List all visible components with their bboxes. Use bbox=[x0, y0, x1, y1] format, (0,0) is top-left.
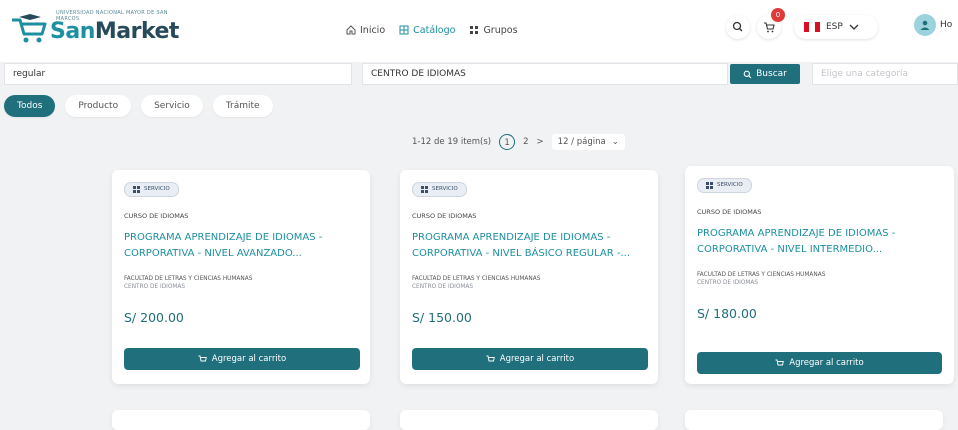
product-card-partial[interactable] bbox=[685, 410, 943, 430]
nav-inicio[interactable]: Inicio bbox=[346, 22, 385, 38]
type-badge: SERVICIO bbox=[124, 182, 179, 197]
page-size-label: 12 / página bbox=[557, 137, 606, 147]
buscar-label: Buscar bbox=[756, 69, 787, 79]
card-title[interactable]: PROGRAMA APRENDIZAJE DE IDIOMAS - CORPOR… bbox=[412, 230, 650, 262]
home-icon bbox=[346, 25, 356, 35]
card-price: S/ 180.00 bbox=[697, 306, 757, 321]
cart-icon bbox=[486, 355, 495, 361]
search-bar: regular CENTRO DE IDIOMAS Buscar Elige u… bbox=[0, 63, 958, 85]
cart-icon bbox=[775, 359, 785, 365]
filter-todos[interactable]: Todos bbox=[4, 95, 56, 117]
header-search-button[interactable] bbox=[726, 15, 750, 39]
search-icon bbox=[732, 21, 743, 32]
pagination: 1-12 de 19 item(s) 1 2 > 12 / página ⌄ bbox=[412, 134, 625, 150]
top-header: UNIVERSIDAD NACIONAL MAYOR DE SAN MARCOS… bbox=[0, 0, 958, 62]
nav-grupos-label: Grupos bbox=[483, 24, 518, 36]
main-nav: Inicio Catálogo Grupos bbox=[346, 22, 518, 38]
nav-inicio-label: Inicio bbox=[360, 24, 386, 36]
cart-logo-icon bbox=[12, 14, 47, 43]
type-filters: Todos Producto Servicio Trámite bbox=[4, 95, 273, 117]
logo-wordmark-san: San bbox=[50, 19, 95, 44]
unit-select[interactable]: CENTRO DE IDIOMAS bbox=[362, 63, 728, 85]
language-selector[interactable]: ESP bbox=[794, 15, 878, 39]
card-faculty: FACULTAD DE LETRAS Y CIENCIAS HUMANAS bbox=[697, 272, 826, 278]
logo-wordmark-market: Market bbox=[94, 19, 180, 44]
card-title[interactable]: PROGRAMA APRENDIZAJE DE IDIOMAS - CORPOR… bbox=[697, 226, 945, 258]
nav-catalogo-label: Catálogo bbox=[413, 24, 456, 36]
page-2-button[interactable]: 2 bbox=[523, 137, 528, 147]
type-badge-label: SERVICIO bbox=[717, 182, 743, 188]
user-icon bbox=[920, 20, 930, 30]
card-price: S/ 200.00 bbox=[124, 310, 184, 325]
card-price: S/ 150.00 bbox=[412, 310, 472, 325]
user-menu[interactable]: Ho bbox=[914, 14, 952, 36]
grid-icon bbox=[706, 182, 713, 189]
type-badge-label: SERVICIO bbox=[432, 186, 458, 192]
avatar bbox=[914, 14, 936, 36]
search-query-input[interactable]: regular bbox=[4, 63, 352, 85]
card-unit: CENTRO DE IDIOMAS bbox=[412, 284, 474, 290]
filter-producto[interactable]: Producto bbox=[65, 95, 132, 117]
card-category: CURSO DE IDIOMAS bbox=[412, 212, 477, 220]
peru-flag-icon bbox=[804, 22, 820, 32]
card-faculty: FACULTAD DE LETRAS Y CIENCIAS HUMANAS bbox=[124, 276, 253, 282]
pagination-range: 1-12 de 19 item(s) bbox=[412, 137, 492, 147]
page-1-button[interactable]: 1 bbox=[499, 134, 516, 150]
buscar-button[interactable]: Buscar bbox=[730, 64, 800, 84]
product-card-partial[interactable] bbox=[400, 410, 658, 430]
user-label: Ho bbox=[940, 20, 953, 30]
add-to-cart-label: Agregar al carrito bbox=[789, 358, 864, 368]
type-badge-label: SERVICIO bbox=[144, 186, 170, 192]
card-category: CURSO DE IDIOMAS bbox=[697, 208, 762, 216]
type-badge: SERVICIO bbox=[412, 182, 467, 197]
groups-icon bbox=[470, 26, 479, 34]
product-card[interactable]: SERVICIO CURSO DE IDIOMAS PROGRAMA APREN… bbox=[400, 170, 658, 384]
category-select[interactable]: Elige una categoría bbox=[812, 63, 958, 85]
chevron-down-icon: ⌄ bbox=[611, 137, 619, 147]
search-icon bbox=[743, 70, 752, 78]
logo-wordmark: SanMarket bbox=[50, 19, 179, 44]
product-card[interactable]: SERVICIO CURSO DE IDIOMAS PROGRAMA APREN… bbox=[685, 166, 954, 384]
product-card-partial[interactable] bbox=[112, 410, 370, 430]
add-to-cart-button[interactable]: Agregar al carrito bbox=[697, 352, 942, 374]
language-label: ESP bbox=[826, 22, 843, 32]
next-page-button[interactable]: > bbox=[537, 137, 544, 147]
add-to-cart-label: Agregar al carrito bbox=[499, 354, 575, 364]
nav-grupos[interactable]: Grupos bbox=[469, 22, 518, 38]
cart-icon bbox=[198, 355, 207, 361]
grid-icon bbox=[421, 186, 428, 193]
sanmarket-logo[interactable]: UNIVERSIDAD NACIONAL MAYOR DE SAN MARCOS… bbox=[10, 10, 179, 50]
card-unit: CENTRO DE IDIOMAS bbox=[124, 284, 186, 290]
cart-count-badge: 0 bbox=[771, 8, 785, 22]
page-size-select[interactable]: 12 / página ⌄ bbox=[551, 134, 625, 150]
filter-servicio[interactable]: Servicio bbox=[141, 95, 203, 117]
catalog-icon bbox=[399, 25, 409, 35]
card-unit: CENTRO DE IDIOMAS bbox=[697, 280, 759, 286]
filter-tramite[interactable]: Trámite bbox=[212, 95, 273, 117]
add-to-cart-label: Agregar al carrito bbox=[211, 354, 287, 364]
add-to-cart-button[interactable]: Agregar al carrito bbox=[412, 348, 648, 370]
chevron-down-icon bbox=[849, 24, 859, 30]
card-faculty: FACULTAD DE LETRAS Y CIENCIAS HUMANAS bbox=[412, 276, 541, 282]
card-category: CURSO DE IDIOMAS bbox=[124, 212, 189, 220]
card-title[interactable]: PROGRAMA APRENDIZAJE DE IDIOMAS - CORPOR… bbox=[124, 230, 362, 262]
grid-icon bbox=[133, 186, 140, 193]
product-card[interactable]: SERVICIO CURSO DE IDIOMAS PROGRAMA APREN… bbox=[112, 170, 370, 384]
type-badge: SERVICIO bbox=[697, 178, 752, 193]
add-to-cart-button[interactable]: Agregar al carrito bbox=[124, 348, 360, 370]
nav-catalogo[interactable]: Catálogo bbox=[399, 22, 455, 38]
